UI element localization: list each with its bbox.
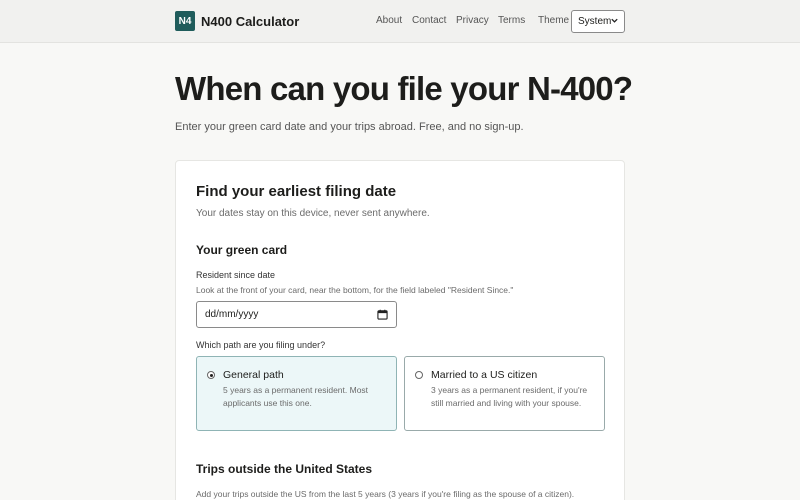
trips-description: Add your trips outside the US from the l… bbox=[196, 489, 575, 499]
general-path-description: 5 years as a permanent resident. Most ap… bbox=[223, 385, 369, 408]
married-path-title: Married to a US citizen bbox=[431, 369, 538, 381]
chevron-down-icon bbox=[611, 18, 618, 23]
resident-since-label: Resident since date bbox=[196, 270, 276, 280]
theme-select-value: System bbox=[578, 16, 612, 27]
resident-since-date-input[interactable]: dd/mm/yyyy bbox=[196, 301, 397, 328]
nav-link-privacy[interactable]: Privacy bbox=[456, 15, 489, 26]
green-card-section-heading: Your green card bbox=[196, 243, 288, 257]
married-path-radio[interactable] bbox=[415, 371, 423, 379]
top-navigation-bar: N4 N400 Calculator About Contact Privacy… bbox=[0, 0, 800, 43]
filing-path-question: Which path are you filing under? bbox=[196, 340, 326, 350]
card-subtitle: Your dates stay on this device, never se… bbox=[196, 208, 430, 219]
calculator-card: Find your earliest filing date Your date… bbox=[175, 160, 625, 500]
general-path-radio[interactable] bbox=[207, 371, 215, 379]
page-title: When can you file your N-400? bbox=[175, 70, 633, 107]
resident-since-hint: Look at the front of your card, near the… bbox=[196, 285, 514, 295]
general-path-title: General path bbox=[223, 369, 284, 381]
nav-link-contact[interactable]: Contact bbox=[412, 15, 446, 26]
theme-select[interactable]: System bbox=[571, 10, 625, 33]
calendar-icon[interactable] bbox=[377, 309, 388, 320]
brand-logo: N4 bbox=[175, 11, 195, 31]
app-name: N400 Calculator bbox=[201, 13, 300, 29]
married-path-option[interactable]: Married to a US citizen 3 years as a per… bbox=[404, 356, 605, 431]
theme-label: Theme bbox=[538, 15, 570, 26]
married-path-description: 3 years as a permanent resident, if you'… bbox=[431, 385, 588, 408]
general-path-option[interactable]: General path 5 years as a permanent resi… bbox=[196, 356, 397, 431]
card-title: Find your earliest filing date bbox=[196, 183, 397, 200]
nav-link-terms[interactable]: Terms bbox=[498, 15, 525, 26]
trips-section-heading: Trips outside the United States bbox=[196, 462, 373, 476]
page-subtitle: Enter your green card date and your trip… bbox=[175, 121, 524, 133]
date-placeholder: dd/mm/yyyy bbox=[205, 309, 259, 320]
brand[interactable]: N4 N400 Calculator bbox=[175, 11, 299, 31]
nav-link-about[interactable]: About bbox=[376, 15, 402, 26]
